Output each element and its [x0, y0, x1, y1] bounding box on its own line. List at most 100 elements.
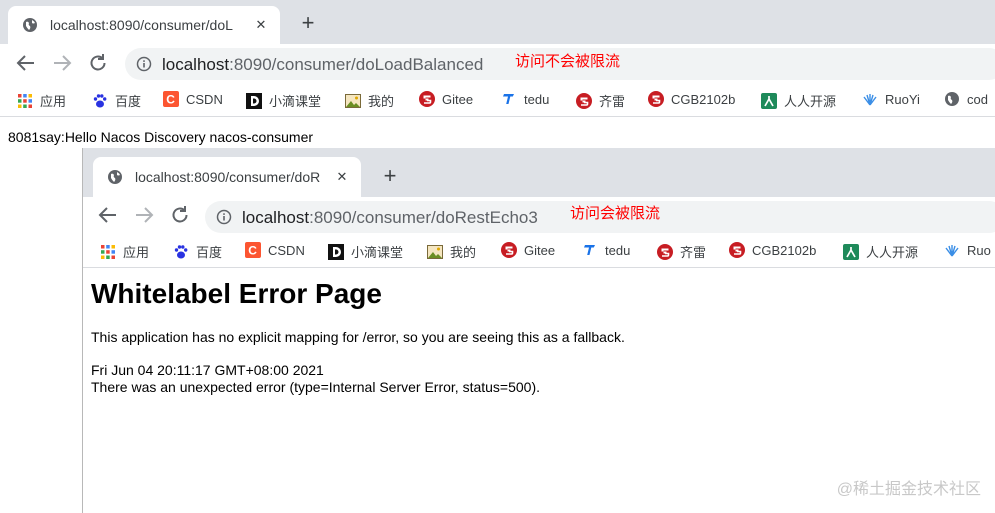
info-icon[interactable]: [136, 56, 152, 72]
bookmark-label: cod: [967, 91, 988, 107]
renren-logo-icon: [843, 243, 859, 260]
tedu-logo-icon: [584, 245, 595, 255]
whitelabel-error-page: Whitelabel Error Page This application h…: [91, 278, 991, 396]
address-url[interactable]: localhost:8090/consumer/doLoadBalanced: [162, 55, 483, 75]
forward-arrow-icon[interactable]: [132, 203, 156, 227]
gitee-logo-icon: [576, 92, 592, 109]
inner-tab[interactable]: localhost:8090/consumer/doR ✕: [93, 157, 361, 197]
bookmark-baidu[interactable]: 百度: [92, 91, 141, 110]
bookmark-label: 百度: [196, 245, 223, 260]
annotation-limited: 访问会被限流: [570, 205, 661, 222]
bookmark-ruoyi[interactable]: Ruo: [944, 242, 991, 258]
outer-tab-title: localhost:8090/consumer/doL: [50, 17, 233, 33]
bookmark-csdn[interactable]: C CSDN: [245, 242, 305, 258]
bookmark-label: 齐雷: [680, 245, 707, 260]
bookmark-apps[interactable]: 应用: [100, 242, 149, 261]
bookmark-label: 人人开源: [784, 94, 837, 109]
gitee-logo-icon: [648, 91, 664, 107]
outer-tabstrip: localhost:8090/consumer/doL ✕ +: [0, 0, 995, 44]
bookmark-baidu[interactable]: 百度: [173, 242, 222, 261]
bookmark-qilei[interactable]: 齐雷: [576, 91, 625, 110]
back-arrow-icon[interactable]: [96, 203, 120, 227]
error-message: This application has no explicit mapping…: [91, 329, 625, 345]
bookmark-csdn[interactable]: C CSDN: [163, 91, 223, 107]
bookmark-renren[interactable]: 人人开源: [761, 91, 836, 110]
bookmark-code[interactable]: cod: [944, 91, 988, 107]
apps-grid-icon: [18, 93, 32, 108]
address-url[interactable]: localhost:8090/consumer/doRestEcho3: [242, 208, 538, 228]
bookmark-label: Gitee: [442, 91, 474, 107]
forward-arrow-icon[interactable]: [50, 51, 74, 75]
url-path: :8090/consumer/doLoadBalanced: [229, 55, 484, 74]
gitee-logo-icon: [729, 242, 745, 258]
url-host: localhost: [242, 208, 310, 227]
bookmark-label: 小滴课堂: [351, 245, 404, 260]
bookmark-renren[interactable]: 人人开源: [843, 242, 918, 261]
new-tab-button[interactable]: +: [378, 163, 402, 189]
gitee-logo-icon: [501, 242, 517, 258]
globe-icon: [945, 92, 959, 106]
bookmark-label: CGB2102b: [671, 91, 736, 107]
globe-icon: [108, 170, 122, 184]
bookmark-cgb[interactable]: CGB2102b: [648, 91, 735, 107]
bookmark-label: 人人开源: [866, 245, 919, 260]
bookmark-tedu[interactable]: tedu: [501, 91, 549, 107]
reload-icon[interactable]: [86, 51, 110, 75]
bookmark-mine[interactable]: 我的: [345, 91, 394, 110]
bookmark-label: 应用: [40, 94, 67, 109]
xiaodi-logo-icon: [246, 92, 262, 109]
ruoyi-leaf-icon: [945, 245, 959, 257]
url-host: localhost: [162, 55, 230, 74]
bookmark-label: 齐雷: [599, 94, 626, 109]
bookmark-label: 我的: [368, 94, 395, 109]
bookmark-label: 百度: [115, 94, 142, 109]
bookmark-mine[interactable]: 我的: [427, 242, 476, 261]
bookmark-cgb[interactable]: CGB2102b: [729, 242, 816, 258]
inner-tabstrip: localhost:8090/consumer/doR ✕ +: [83, 148, 995, 197]
bookmark-gitee[interactable]: Gitee: [419, 91, 473, 107]
bookmark-xiaodi[interactable]: 小滴课堂: [246, 91, 321, 110]
reload-icon[interactable]: [168, 203, 192, 227]
bookmark-gitee[interactable]: Gitee: [501, 242, 555, 258]
watermark: @稀土掘金技术社区: [836, 481, 981, 498]
outer-toolbar: localhost:8090/consumer/doLoadBalanced 访…: [0, 44, 995, 84]
baidu-paw-icon: [93, 93, 107, 107]
bookmark-tedu[interactable]: tedu: [582, 242, 630, 258]
bookmark-label: CSDN: [186, 91, 223, 107]
back-arrow-icon[interactable]: [14, 51, 38, 75]
bookmark-label: Ruo: [967, 242, 991, 258]
error-title: Whitelabel Error Page: [91, 278, 382, 309]
bookmark-xiaodi[interactable]: 小滴课堂: [328, 242, 403, 261]
picture-icon: [345, 93, 361, 108]
bookmark-label: RuoYi: [885, 91, 920, 107]
picture-icon: [427, 244, 443, 259]
inner-toolbar: localhost:8090/consumer/doRestEcho3 访问会被…: [83, 197, 995, 235]
svg-text:C: C: [248, 244, 257, 258]
svg-text:C: C: [166, 93, 175, 107]
xiaodi-logo-icon: [328, 243, 344, 260]
url-path: :8090/consumer/doRestEcho3: [309, 208, 538, 227]
inner-tab-title: localhost:8090/consumer/doR: [135, 169, 321, 185]
gitee-logo-icon: [657, 243, 673, 260]
renren-logo-icon: [761, 92, 777, 109]
outer-bookmarks-bar: 应用 百度 C CSDN 小滴课堂 我的 Gitee tedu 齐雷 CGB21…: [0, 84, 995, 117]
bookmark-label: 应用: [123, 245, 150, 260]
bookmark-label: CGB2102b: [752, 242, 817, 258]
ruoyi-leaf-icon: [863, 94, 877, 106]
outer-page-response: 8081say:Hello Nacos Discovery nacos-cons…: [8, 129, 314, 145]
bookmark-label: Gitee: [524, 242, 556, 258]
bookmark-qilei[interactable]: 齐雷: [657, 242, 706, 261]
close-icon[interactable]: ✕: [252, 17, 270, 33]
info-icon[interactable]: [216, 209, 232, 225]
new-tab-button[interactable]: +: [296, 10, 320, 36]
bookmark-ruoyi[interactable]: RuoYi: [862, 91, 920, 107]
bookmark-label: tedu: [605, 242, 631, 258]
outer-tab[interactable]: localhost:8090/consumer/doL ✕: [8, 6, 280, 44]
bookmark-label: CSDN: [268, 242, 305, 258]
annotation-no-limit: 访问不会被限流: [515, 53, 621, 70]
csdn-logo-icon: C: [163, 91, 179, 107]
close-icon[interactable]: ✕: [333, 169, 351, 185]
bookmark-label: 小滴课堂: [269, 94, 322, 109]
inner-browser-window: localhost:8090/consumer/doR ✕ + localhos…: [82, 148, 995, 513]
bookmark-apps[interactable]: 应用: [17, 91, 66, 110]
